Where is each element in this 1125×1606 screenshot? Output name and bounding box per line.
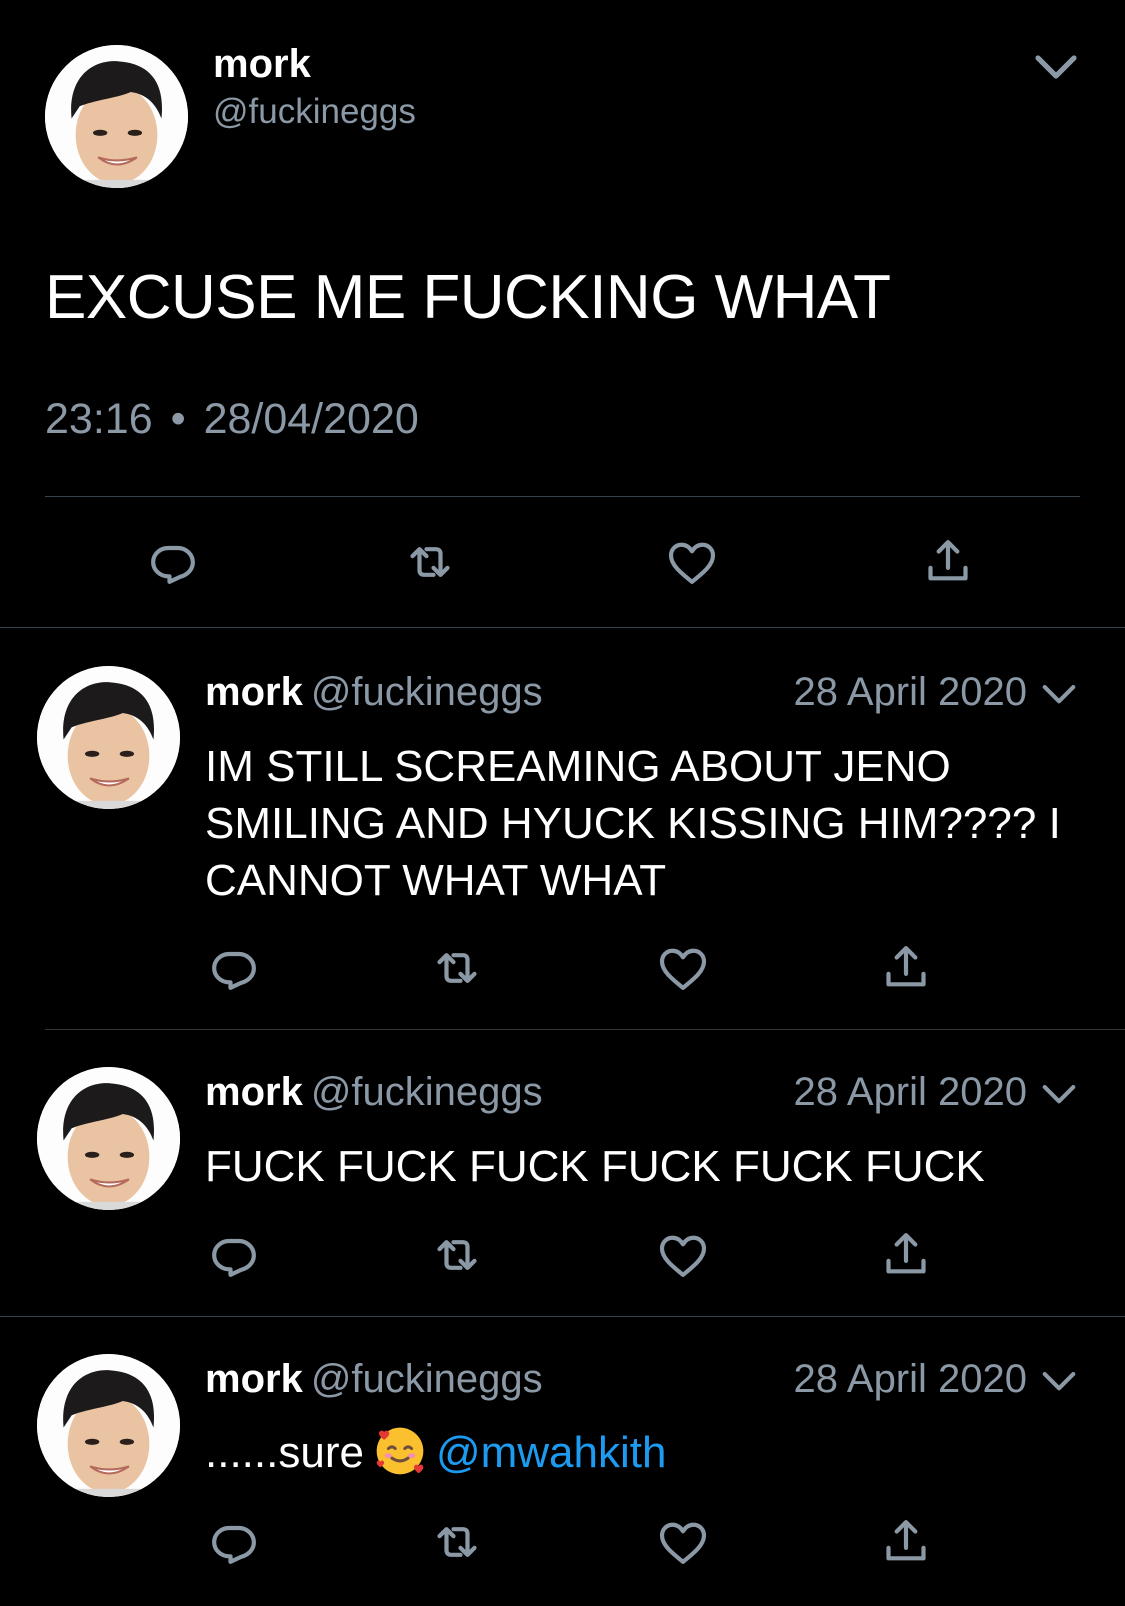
heart-icon[interactable] bbox=[655, 940, 711, 996]
tweet-text-before: ......sure bbox=[205, 1428, 364, 1477]
author-handle[interactable]: @fuckineggs bbox=[311, 1357, 543, 1401]
avatar[interactable] bbox=[37, 1354, 180, 1497]
avatar-image bbox=[37, 666, 180, 809]
tweet-date[interactable]: 28/04/2020 bbox=[204, 395, 419, 443]
avatar[interactable] bbox=[37, 666, 180, 809]
share-icon[interactable] bbox=[878, 940, 934, 996]
reply-icon[interactable] bbox=[206, 1227, 262, 1283]
retweet-icon[interactable] bbox=[429, 1514, 485, 1570]
meta-separator: • bbox=[170, 395, 186, 443]
share-icon[interactable] bbox=[878, 1227, 934, 1283]
avatar-image bbox=[37, 1067, 180, 1210]
reply-icon[interactable] bbox=[206, 1514, 262, 1570]
heart-icon[interactable] bbox=[664, 534, 720, 590]
reply-date[interactable]: 28 April 2020 bbox=[793, 670, 1027, 715]
author-handle[interactable]: @fuckineggs bbox=[311, 670, 543, 714]
retweet-icon[interactable] bbox=[402, 534, 458, 590]
reply-tweet[interactable]: mork @fuckineggs 28 April 2020 IM STILL S… bbox=[0, 628, 1125, 1029]
divider bbox=[45, 496, 1080, 497]
chevron-down-icon[interactable] bbox=[1040, 680, 1078, 710]
share-icon[interactable] bbox=[920, 534, 976, 590]
heart-icon[interactable] bbox=[655, 1514, 711, 1570]
author-name[interactable]: mork bbox=[205, 670, 303, 714]
reply-icon[interactable] bbox=[206, 940, 262, 996]
reply-header: mork @fuckineggs bbox=[205, 670, 543, 715]
tweet-text: IM STILL SCREAMING ABOUT JENO SMILING AN… bbox=[205, 742, 1061, 905]
tweet-time: 23:16 bbox=[45, 395, 153, 443]
tweet-text: ......sure @mwahkith bbox=[205, 1423, 1095, 1481]
mention-link[interactable]: @mwahkith bbox=[436, 1428, 667, 1477]
chevron-down-icon[interactable] bbox=[1040, 1367, 1078, 1397]
author-handle[interactable]: @fuckineggs bbox=[213, 92, 416, 132]
avatar[interactable] bbox=[45, 45, 188, 188]
author-handle[interactable]: @fuckineggs bbox=[311, 1070, 543, 1114]
chevron-down-icon[interactable] bbox=[1032, 50, 1080, 86]
author-name[interactable]: mork bbox=[205, 1070, 303, 1114]
main-tweet: mork @fuckineggs EXCUSE ME FUCKING WHAT … bbox=[0, 0, 1125, 627]
reply-tweet[interactable]: mork @fuckineggs 28 April 2020 ......sure… bbox=[0, 1317, 1125, 1606]
avatar-image bbox=[37, 1354, 180, 1497]
reply-header: mork @fuckineggs bbox=[205, 1070, 543, 1115]
retweet-icon[interactable] bbox=[429, 1227, 485, 1283]
share-icon[interactable] bbox=[878, 1514, 934, 1570]
tweet-text: FUCK FUCK FUCK FUCK FUCK FUCK bbox=[205, 1142, 985, 1191]
avatar[interactable] bbox=[37, 1067, 180, 1210]
reply-tweet[interactable]: mork @fuckineggs 28 April 2020 FUCK FUCK … bbox=[0, 1030, 1125, 1316]
author-name[interactable]: mork bbox=[205, 1357, 303, 1401]
reply-date[interactable]: 28 April 2020 bbox=[793, 1357, 1027, 1402]
tweet-text: EXCUSE ME FUCKING WHAT bbox=[45, 263, 891, 332]
avatar-image bbox=[45, 45, 188, 188]
retweet-icon[interactable] bbox=[429, 940, 485, 996]
tweet-timestamp: 23:16 • 28/04/2020 bbox=[45, 395, 419, 444]
author-name[interactable]: mork bbox=[213, 42, 311, 87]
heart-icon[interactable] bbox=[655, 1227, 711, 1283]
reply-header: mork @fuckineggs bbox=[205, 1357, 543, 1402]
reply-date[interactable]: 28 April 2020 bbox=[793, 1070, 1027, 1115]
reply-icon[interactable] bbox=[145, 534, 201, 590]
chevron-down-icon[interactable] bbox=[1040, 1080, 1078, 1110]
smiling-face-with-hearts-icon bbox=[372, 1423, 428, 1479]
